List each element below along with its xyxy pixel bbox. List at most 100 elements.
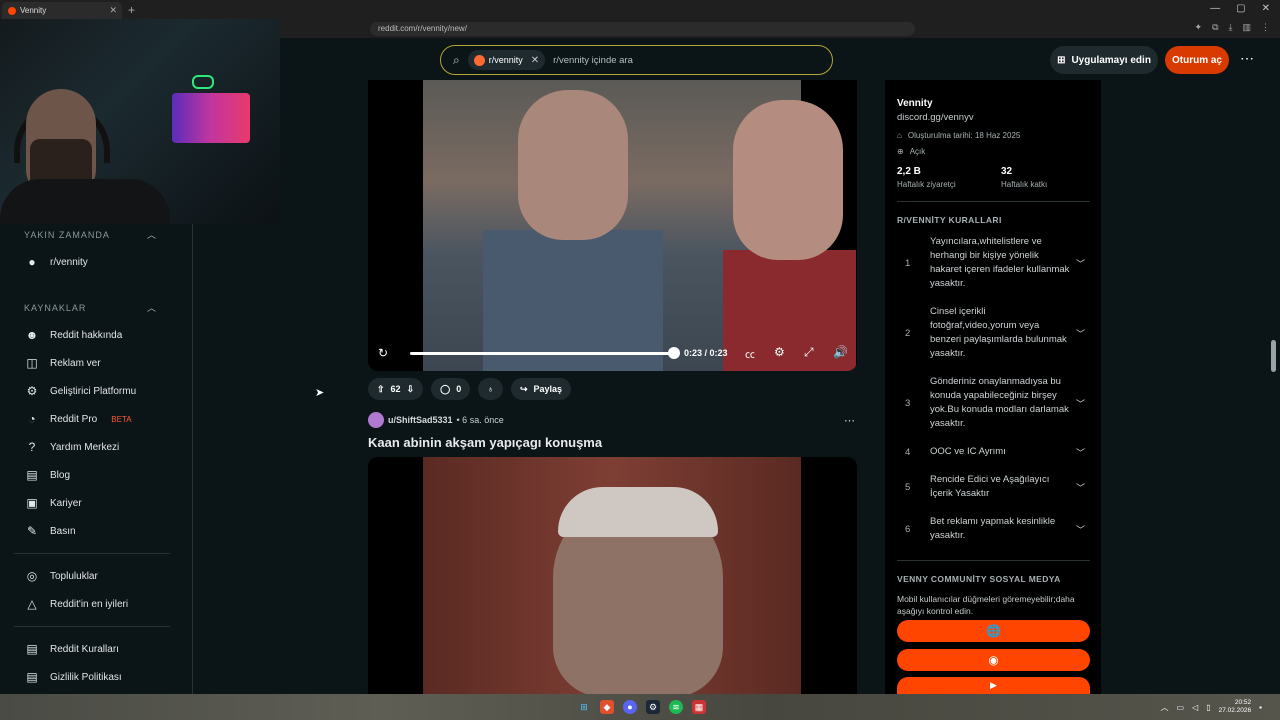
discord-icon: ◉	[988, 653, 999, 667]
recent-item-vennity[interactable]: ● r/vennity	[24, 252, 87, 272]
stat-contributions-label: Haftalık katkı	[1001, 180, 1048, 189]
sidebar-item-label: Yardım Merkezi	[50, 441, 120, 453]
beta-badge: BETA	[111, 414, 132, 424]
rule-item[interactable]: 4 OOC ve IC Ayrımı ﹀	[905, 445, 1090, 459]
clock[interactable]: 20:52 27.02.2026	[1219, 699, 1252, 715]
sidebar-item-about[interactable]: ☻ Reddit hakkında	[24, 325, 123, 345]
share-button[interactable]: ↪ Paylaş	[510, 378, 572, 400]
rule-text: Rencide Edici ve Aşağılayıcı İçerik Yasa…	[930, 474, 1050, 499]
sidebar-item-label: Kariyer	[50, 497, 82, 509]
chevron-down-icon[interactable]: ﹀	[1076, 327, 1085, 340]
download-icon[interactable]: ⤓	[1229, 22, 1233, 36]
rule-item[interactable]: 1 Yayıncılara,whitelistlere ve herhangi …	[905, 235, 1090, 291]
volume-tray-icon[interactable]: ◁	[1192, 703, 1198, 712]
website-button[interactable]: 🌐	[897, 620, 1090, 642]
post-time: • 6 sa. önce	[456, 415, 504, 425]
minimize-button[interactable]: —	[1210, 3, 1220, 14]
sidebar-item-press[interactable]: ✎ Basın	[24, 521, 76, 541]
sidebar-item-label: Reddit hakkında	[50, 329, 123, 341]
tab-close-icon[interactable]: ✕	[109, 5, 117, 16]
new-tab-button[interactable]: +	[128, 3, 135, 17]
brave-browser-icon[interactable]: ◆	[600, 700, 614, 714]
tray-chevron-icon[interactable]: ︿	[1160, 702, 1168, 713]
notification-icon[interactable]: ▪	[1259, 703, 1262, 712]
fullscreen-icon[interactable]: ⤢	[804, 345, 814, 360]
rule-item[interactable]: 3 Gönderiniz onaylanmadıysa bu konuda ya…	[905, 375, 1090, 431]
sidebar-item-communities[interactable]: ◎ Topluluklar	[24, 566, 98, 586]
volume-icon[interactable]: 🔊	[833, 345, 848, 359]
chevron-down-icon[interactable]: ﹀	[1076, 481, 1085, 494]
more-options-icon[interactable]: ⋯	[1240, 50, 1254, 67]
page-scrollbar[interactable]	[1271, 340, 1276, 372]
sidebar-item-reddit-pro[interactable]: ◔ Reddit Pro BETA	[24, 409, 132, 429]
post-options-icon[interactable]: ⋯	[844, 414, 855, 427]
youtube-button[interactable]: ▶	[897, 677, 1090, 694]
video-progress-bar[interactable]	[410, 352, 674, 355]
close-window-button[interactable]: ✕	[1262, 3, 1270, 14]
chevron-down-icon[interactable]: ﹀	[1076, 446, 1085, 459]
video-person-right-face	[733, 100, 843, 260]
comment-icon: ◯	[440, 383, 451, 394]
sidebar-item-developer[interactable]: ⚙ Geliştirici Platformu	[24, 381, 137, 401]
rule-item[interactable]: 2 Cinsel içerikli fotoğraf,video,yorum v…	[905, 305, 1090, 361]
menu-icon[interactable]: ⋮	[1261, 22, 1270, 36]
replay-icon[interactable]: ↻	[378, 346, 388, 360]
video-player-2[interactable]	[368, 457, 857, 694]
captions-icon[interactable]: ㏄	[745, 346, 755, 361]
divider	[897, 201, 1090, 202]
address-bar[interactable]: reddit.com/r/vennity/new/	[370, 22, 915, 36]
upvote-icon[interactable]: ⇧	[377, 384, 385, 395]
rule-text: Cinsel içerikli fotoğraf,video,yorum vey…	[930, 306, 1067, 359]
network-icon[interactable]: ▭	[1176, 703, 1184, 712]
chevron-down-icon[interactable]: ﹀	[1076, 397, 1085, 410]
sidebar-item-privacy[interactable]: ▤ Gizlilik Politikası	[24, 667, 121, 687]
sidebar-item-blog[interactable]: ▤ Blog	[24, 465, 70, 485]
downvote-icon[interactable]: ⇩	[407, 384, 415, 395]
stat-visitors-label: Haftalık ziyaretçi	[897, 180, 956, 189]
discord-button[interactable]: ◉	[897, 649, 1090, 671]
sidebar-item-help[interactable]: ? Yardım Merkezi	[24, 437, 120, 457]
sidebar-item-rules[interactable]: ▤ Reddit Kuralları	[24, 639, 119, 659]
app-icon[interactable]: ▦	[692, 700, 706, 714]
chevron-down-icon[interactable]: ﹀	[1076, 523, 1085, 536]
post-username[interactable]: u/ShiftSad5331	[388, 415, 453, 425]
maximize-button[interactable]: ▢	[1236, 3, 1245, 14]
sidebar-toggle-icon[interactable]: ▥	[1242, 22, 1251, 36]
video-person-left	[483, 230, 663, 371]
settings-gear-icon[interactable]: ⚙	[774, 345, 785, 359]
sidebar-item-best-of[interactable]: △ Reddit'in en iyileri	[24, 594, 128, 614]
sidebar-item-advertise[interactable]: ◫ Reklam ver	[24, 353, 100, 373]
spotify-icon[interactable]: ≋	[669, 700, 683, 714]
steam-icon[interactable]: ⚙	[646, 700, 660, 714]
browser-tab[interactable]: Vennity ✕	[2, 2, 122, 19]
user-avatar[interactable]	[368, 412, 384, 428]
get-app-button[interactable]: ⊞ Uygulamayı edin	[1050, 46, 1158, 74]
rule-item[interactable]: 6 Bet reklamı yapmak kesinlikle yasaktır…	[905, 515, 1090, 543]
chevron-down-icon[interactable]: ﹀	[1076, 257, 1085, 270]
extension-icon[interactable]: ✦	[1195, 22, 1203, 36]
rule-number: 5	[905, 481, 911, 493]
community-link[interactable]: discord.gg/vennyv	[897, 112, 974, 123]
puzzle-icon[interactable]: ⧉	[1212, 22, 1218, 36]
rule-number: 6	[905, 523, 911, 535]
login-button[interactable]: Oturum aç	[1165, 46, 1229, 74]
sidebar-item-label: Topluluklar	[50, 570, 98, 582]
video-player-1[interactable]	[368, 80, 857, 371]
reddit-icon: ☻	[25, 328, 39, 342]
sidebar-item-careers[interactable]: ▣ Kariyer	[24, 493, 82, 513]
rule-text: OOC ve IC Ayrımı	[930, 446, 1006, 457]
chevron-up-icon[interactable]: ︿	[147, 228, 156, 241]
post-title[interactable]: Kaan abinin akşam yapıçagı konuşma	[368, 435, 602, 450]
rule-item[interactable]: 5 Rencide Edici ve Aşağılayıcı İçerik Ya…	[905, 473, 1090, 501]
video-scrubber-handle[interactable]	[668, 347, 680, 359]
chip-close-icon[interactable]: ✕	[531, 55, 539, 66]
subreddit-search-chip[interactable]: r/vennity ✕	[467, 50, 546, 70]
windows-start-icon[interactable]: ⊞	[577, 700, 591, 714]
comments-button[interactable]: ◯ 0	[431, 378, 471, 400]
battery-icon[interactable]: ▯	[1206, 703, 1210, 712]
award-button[interactable]: ♁	[478, 378, 503, 400]
search-bar[interactable]: ⌕ r/vennity ✕	[440, 45, 833, 75]
discord-app-icon[interactable]: ●	[623, 700, 637, 714]
chevron-up-icon[interactable]: ︿	[147, 301, 156, 314]
search-input[interactable]	[553, 54, 804, 66]
